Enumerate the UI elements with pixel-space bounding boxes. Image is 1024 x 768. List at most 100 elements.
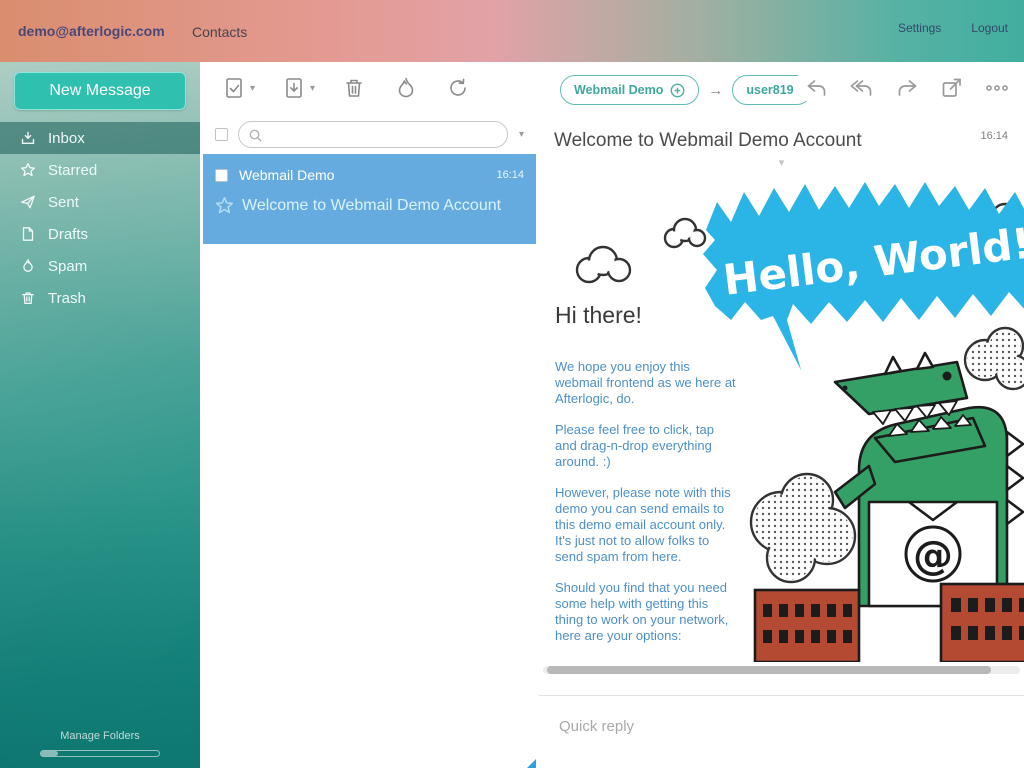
trash-icon — [341, 75, 367, 101]
quota-bar — [40, 750, 160, 757]
star-icon — [20, 162, 36, 178]
message-body: Hello, World! @ — [539, 170, 1024, 662]
new-message-button[interactable]: New Message — [14, 72, 186, 110]
delete-button[interactable] — [341, 75, 367, 101]
reply-button[interactable] — [804, 75, 830, 101]
bubble-text: Hello, World! — [720, 218, 1024, 304]
message-list-item[interactable]: Webmail Demo 16:14 Welcome to Webmail De… — [203, 154, 536, 244]
collapse-details-chevron-icon[interactable]: ▾ — [779, 158, 785, 169]
refresh-icon — [445, 75, 471, 101]
quick-reply-placeholder: Quick reply — [559, 718, 634, 735]
message-view-header: Webmail Demo → user819 — [539, 62, 1024, 118]
topbar: demo@afterlogic.com Contacts Settings Lo… — [0, 0, 1024, 62]
to-arrow-icon: → — [708, 82, 723, 99]
from-chip-label: Webmail Demo — [574, 83, 663, 97]
svg-text:@: @ — [913, 533, 953, 579]
drafts-icon — [20, 226, 36, 242]
account-email[interactable]: demo@afterlogic.com — [18, 23, 165, 39]
manage-folders-link[interactable]: Manage Folders — [0, 730, 200, 742]
email-heading: Hi there! — [555, 302, 737, 329]
search-row: ▾ — [203, 114, 536, 154]
sidebar-item-inbox[interactable]: Inbox — [0, 122, 200, 154]
move-chevron-icon[interactable]: ▾ — [310, 83, 315, 94]
mark-read-icon — [221, 75, 247, 101]
folder-label: Starred — [48, 162, 97, 179]
body-paragraph: However, please note with this demo you … — [555, 485, 737, 565]
forward-button[interactable] — [894, 75, 920, 101]
message-sender: Webmail Demo — [239, 167, 334, 183]
trash-icon — [20, 290, 36, 306]
reply-icon — [804, 75, 830, 101]
message-subject: Welcome to Webmail Demo Account — [242, 197, 536, 215]
message-view-pane: Webmail Demo → user819 — [539, 62, 1024, 768]
message-view-time: 16:14 — [980, 130, 1008, 142]
message-row-bottom: Welcome to Webmail Demo Account — [215, 196, 536, 215]
message-time: 16:14 — [496, 169, 524, 181]
quota-fill — [41, 751, 58, 756]
email-body-text: Hi there! We hope you enjoy this webmail… — [555, 302, 737, 659]
crocodile: @ — [835, 353, 1023, 606]
sent-icon — [20, 194, 36, 210]
quick-reply-input[interactable]: Quick reply — [539, 695, 1024, 768]
search-input[interactable] — [267, 123, 501, 146]
open-in-new-icon — [939, 75, 965, 101]
subject-row: Welcome to Webmail Demo Account 16:14 — [539, 118, 1024, 152]
horizontal-scrollbar-track[interactable] — [543, 666, 1020, 674]
sidebar-item-sent[interactable]: Sent — [0, 186, 200, 218]
refresh-button[interactable] — [445, 75, 471, 101]
folder-label: Inbox — [48, 130, 85, 147]
sidebar-item-drafts[interactable]: Drafts — [0, 218, 200, 250]
open-in-new-window-button[interactable] — [939, 75, 965, 101]
more-dots-icon — [984, 75, 1010, 101]
message-row-top: Webmail Demo 16:14 — [215, 167, 536, 183]
settings-link[interactable]: Settings — [898, 21, 941, 35]
to-chip-label: user819 — [746, 83, 793, 97]
from-chip[interactable]: Webmail Demo — [560, 75, 699, 105]
folder-list: Inbox Starred Sent Drafts — [0, 122, 200, 314]
mark-read-chevron-icon[interactable]: ▾ — [250, 83, 255, 94]
search-options-chevron-icon[interactable]: ▾ — [519, 129, 524, 140]
stipple-clouds — [751, 328, 1024, 582]
hello-world-bubble: Hello, World! — [703, 182, 1024, 370]
message-checkbox[interactable] — [215, 169, 228, 182]
afterlogic-webmail-app: demo@afterlogic.com Contacts Settings Lo… — [0, 0, 1024, 768]
message-list-pane: ▾ ▾ ▾ — [203, 62, 536, 768]
topbar-right: Settings Logout — [898, 21, 1008, 35]
flame-icon — [393, 75, 419, 101]
body-paragraph: Please feel free to click, tap and drag-… — [555, 422, 737, 470]
search-icon — [248, 128, 263, 143]
select-all-checkbox[interactable] — [215, 128, 228, 141]
message-view-subject: Welcome to Webmail Demo Account — [554, 130, 954, 152]
mark-read-button[interactable] — [221, 75, 247, 101]
clouds — [577, 199, 1024, 282]
folder-label: Drafts — [48, 226, 88, 243]
body-paragraph: Should you find that you need some help … — [555, 580, 737, 644]
list-resize-handle[interactable] — [527, 759, 536, 768]
sidebar-item-spam[interactable]: Spam — [0, 250, 200, 282]
star-icon[interactable] — [215, 196, 234, 215]
inbox-icon — [20, 130, 36, 146]
search-box[interactable] — [238, 121, 508, 148]
sidebar-item-trash[interactable]: Trash — [0, 282, 200, 314]
reply-all-button[interactable] — [849, 75, 875, 101]
folder-label: Sent — [48, 194, 79, 211]
reply-all-icon — [849, 75, 875, 101]
folder-label: Spam — [48, 258, 87, 275]
move-to-folder-button[interactable] — [281, 75, 307, 101]
sidebar: New Message Inbox Starred Sent — [0, 62, 200, 768]
forward-icon — [894, 75, 920, 101]
contacts-link[interactable]: Contacts — [192, 24, 247, 40]
more-actions-button[interactable] — [984, 75, 1010, 101]
message-actions — [798, 75, 1010, 101]
sidebar-item-starred[interactable]: Starred — [0, 154, 200, 186]
spam-button[interactable] — [393, 75, 419, 101]
folder-label: Trash — [48, 290, 86, 307]
body-paragraph: We hope you enjoy this webmail frontend … — [555, 359, 737, 407]
move-to-folder-icon — [281, 75, 307, 101]
horizontal-scrollbar-thumb[interactable] — [547, 666, 991, 674]
list-toolbar: ▾ ▾ — [203, 62, 536, 114]
logout-link[interactable]: Logout — [971, 21, 1008, 35]
flame-icon — [20, 258, 36, 274]
buildings — [755, 584, 1024, 662]
add-contact-icon — [670, 83, 685, 98]
